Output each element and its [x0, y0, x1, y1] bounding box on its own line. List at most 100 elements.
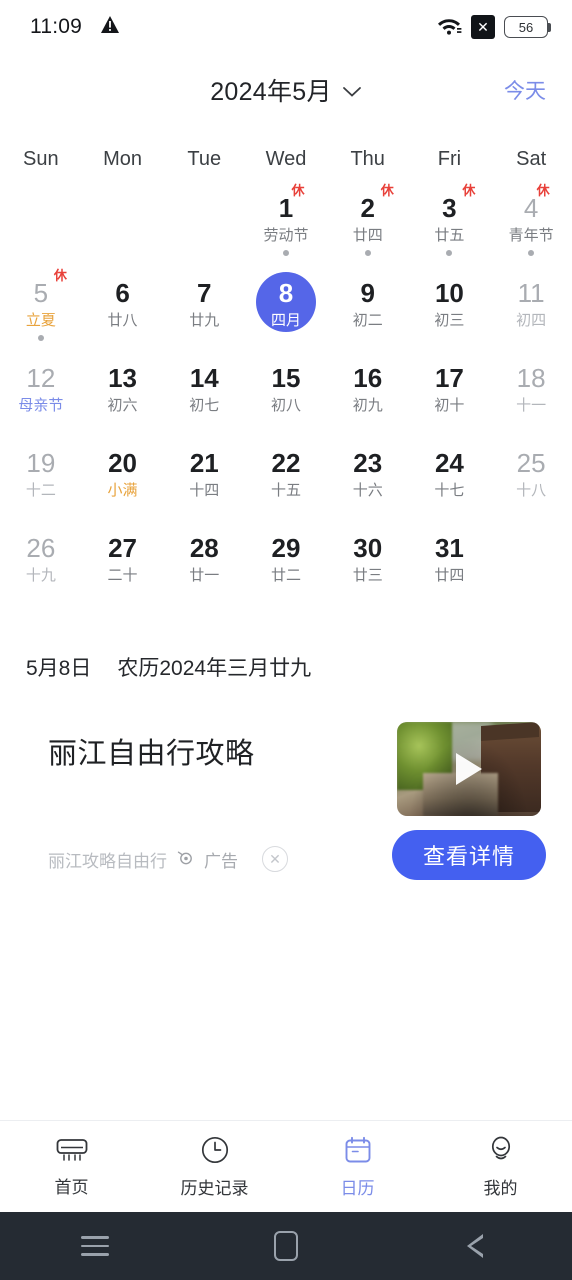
bottom-tab-bar[interactable]: 首页 历史记录 日历 我的	[0, 1120, 572, 1212]
tab-mine[interactable]: 我的	[429, 1135, 572, 1199]
day-lunar-label: 初二	[352, 312, 383, 329]
day-lunar-label: 十九	[25, 567, 56, 584]
calendar-day-7[interactable]: 7 廿九	[163, 278, 245, 363]
event-dot	[446, 250, 453, 256]
calendar-day-1[interactable]: 1 劳动节休	[245, 184, 327, 278]
day-content: 28 廿一	[189, 533, 219, 586]
back-button[interactable]	[381, 1234, 572, 1258]
day-lunar-label: 母亲节	[18, 397, 64, 414]
ad-left-column: 丽江自由行攻略 丽江攻略自由行 广告 ✕	[48, 722, 288, 872]
close-icon[interactable]: ✕	[262, 846, 288, 872]
calendar-day-26[interactable]: 26 十九	[0, 533, 82, 618]
calendar-day-9[interactable]: 9 初二	[327, 278, 409, 363]
calendar-day-2[interactable]: 2 廿四 休	[327, 184, 409, 278]
ad-video-thumbnail[interactable]	[397, 722, 541, 816]
day-lunar-label: 立夏	[25, 312, 56, 329]
day-lunar-label: 十五	[270, 482, 301, 499]
weekday-sun: Sun	[23, 148, 59, 170]
calendar-day-10[interactable]: 10 初三	[409, 278, 491, 363]
day-number: 5	[33, 278, 49, 308]
calendar-day-22[interactable]: 22 十五	[245, 448, 327, 533]
day-number: 2	[360, 193, 375, 223]
play-icon[interactable]	[456, 753, 482, 785]
calendar-day-16[interactable]: 16 初九	[327, 363, 409, 448]
calendar-grid[interactable]: 1 劳动节休 2 廿四休 3 廿五休 4 青年节休 5 立夏休 6 廿八 7 廿九 8 四月 9 初二 10 初三 11…	[0, 171, 572, 618]
today-button[interactable]: 今天	[504, 75, 546, 105]
calendar-day-30[interactable]: 30 廿三	[327, 533, 409, 618]
calendar-day-15[interactable]: 15 初八	[245, 363, 327, 448]
phone-screen: 11:09 ✕ 56 2024年5月 今天 Sun Mon Tue Wed Th…	[0, 0, 572, 1280]
calendar-day-12[interactable]: 12 母亲节	[0, 363, 82, 448]
calendar-day-20[interactable]: 20 小满	[82, 448, 164, 533]
calendar-day-6[interactable]: 6 廿八	[82, 278, 164, 363]
calendar-day-21[interactable]: 21 十四	[163, 448, 245, 533]
calendar-day-17[interactable]: 17 初十	[409, 363, 491, 448]
day-lunar-label: 廿八	[107, 312, 138, 329]
day-number: 14	[189, 363, 219, 393]
calendar-day-5[interactable]: 5 立夏 休	[0, 269, 82, 363]
day-content: 29 廿二	[271, 533, 301, 586]
calendar-day-31[interactable]: 31 廿四	[409, 533, 491, 618]
selected-date-detail: 5月8日 农历2024年三月廿九	[0, 618, 572, 682]
day-lunar-label: 廿二	[270, 567, 301, 584]
wifi-icon	[436, 14, 462, 40]
day-lunar-label: 廿四	[352, 227, 383, 244]
day-content: 14 初七	[189, 363, 219, 416]
recents-icon	[81, 1236, 110, 1256]
day-number: 27	[108, 533, 138, 563]
calendar-icon	[343, 1135, 373, 1165]
tab-home[interactable]: 首页	[0, 1136, 143, 1198]
day-number: 29	[271, 533, 301, 563]
day-lunar-label: 十七	[434, 482, 465, 499]
calendar-day-14[interactable]: 14 初七	[163, 363, 245, 448]
day-number: 9	[360, 278, 375, 308]
calendar-day-13[interactable]: 13 初六	[82, 363, 164, 448]
day-number: 21	[189, 448, 219, 478]
day-content: 25 十八	[516, 448, 546, 501]
day-number: 7	[197, 278, 212, 308]
calendar-day-23[interactable]: 23 十六	[327, 448, 409, 533]
month-selector[interactable]: 2024年5月	[210, 72, 362, 108]
day-content: 9 初二	[353, 278, 383, 331]
calendar-day-24[interactable]: 24 十七	[409, 448, 491, 533]
day-lunar-label: 廿九	[189, 312, 220, 329]
recents-button[interactable]	[0, 1236, 191, 1256]
day-content: 27 二十	[108, 533, 138, 586]
ad-title: 丽江自由行攻略	[48, 738, 255, 770]
chevron-down-icon	[342, 76, 362, 105]
tab-history[interactable]: 历史记录	[143, 1135, 286, 1199]
warning-triangle-icon	[100, 15, 120, 39]
ad-info-icon[interactable]	[177, 849, 194, 870]
advertisement-card[interactable]: 丽江自由行攻略 丽江攻略自由行 广告 ✕ 查看详情	[0, 722, 572, 880]
day-content: 26 十九	[26, 533, 56, 586]
tab-calendar[interactable]: 日历	[286, 1135, 429, 1199]
calendar-day-27[interactable]: 27 二十	[82, 533, 164, 618]
day-number: 10	[434, 278, 464, 308]
home-button[interactable]	[191, 1231, 382, 1261]
calendar-day-18[interactable]: 18 十一	[490, 363, 572, 448]
ad-cta-button[interactable]: 查看详情	[392, 830, 546, 880]
day-number: 13	[108, 363, 138, 393]
day-lunar-label: 廿三	[352, 567, 383, 584]
day-content: 11 初四	[516, 278, 546, 331]
day-content: 8 四月	[255, 272, 316, 332]
lunar-date-label: 农历2024年三月廿九	[117, 657, 312, 680]
weekday-fri: Fri	[437, 148, 462, 170]
android-navigation-bar[interactable]	[0, 1212, 572, 1280]
day-content: 23 十六	[353, 448, 383, 501]
day-content: 3 廿五 休	[434, 184, 475, 246]
tab-calendar-label: 日历	[340, 1178, 375, 1198]
calendar-day-25[interactable]: 25 十八	[490, 448, 572, 533]
day-content: 30 廿三	[353, 533, 383, 586]
tab-home-label: 首页	[54, 1177, 89, 1197]
calendar-day-4[interactable]: 4 青年节休	[490, 184, 572, 278]
calendar-day-28[interactable]: 28 廿一	[163, 533, 245, 618]
calendar-day-19[interactable]: 19 十二	[0, 448, 82, 533]
calendar-day-29[interactable]: 29 廿二	[245, 533, 327, 618]
calendar-day-3[interactable]: 3 廿五 休	[409, 184, 491, 278]
calendar-day-11[interactable]: 11 初四	[490, 278, 572, 363]
calendar-day-8[interactable]: 8 四月	[245, 272, 327, 363]
day-lunar-label: 十二	[25, 482, 56, 499]
no-sim-icon: ✕	[471, 15, 495, 39]
